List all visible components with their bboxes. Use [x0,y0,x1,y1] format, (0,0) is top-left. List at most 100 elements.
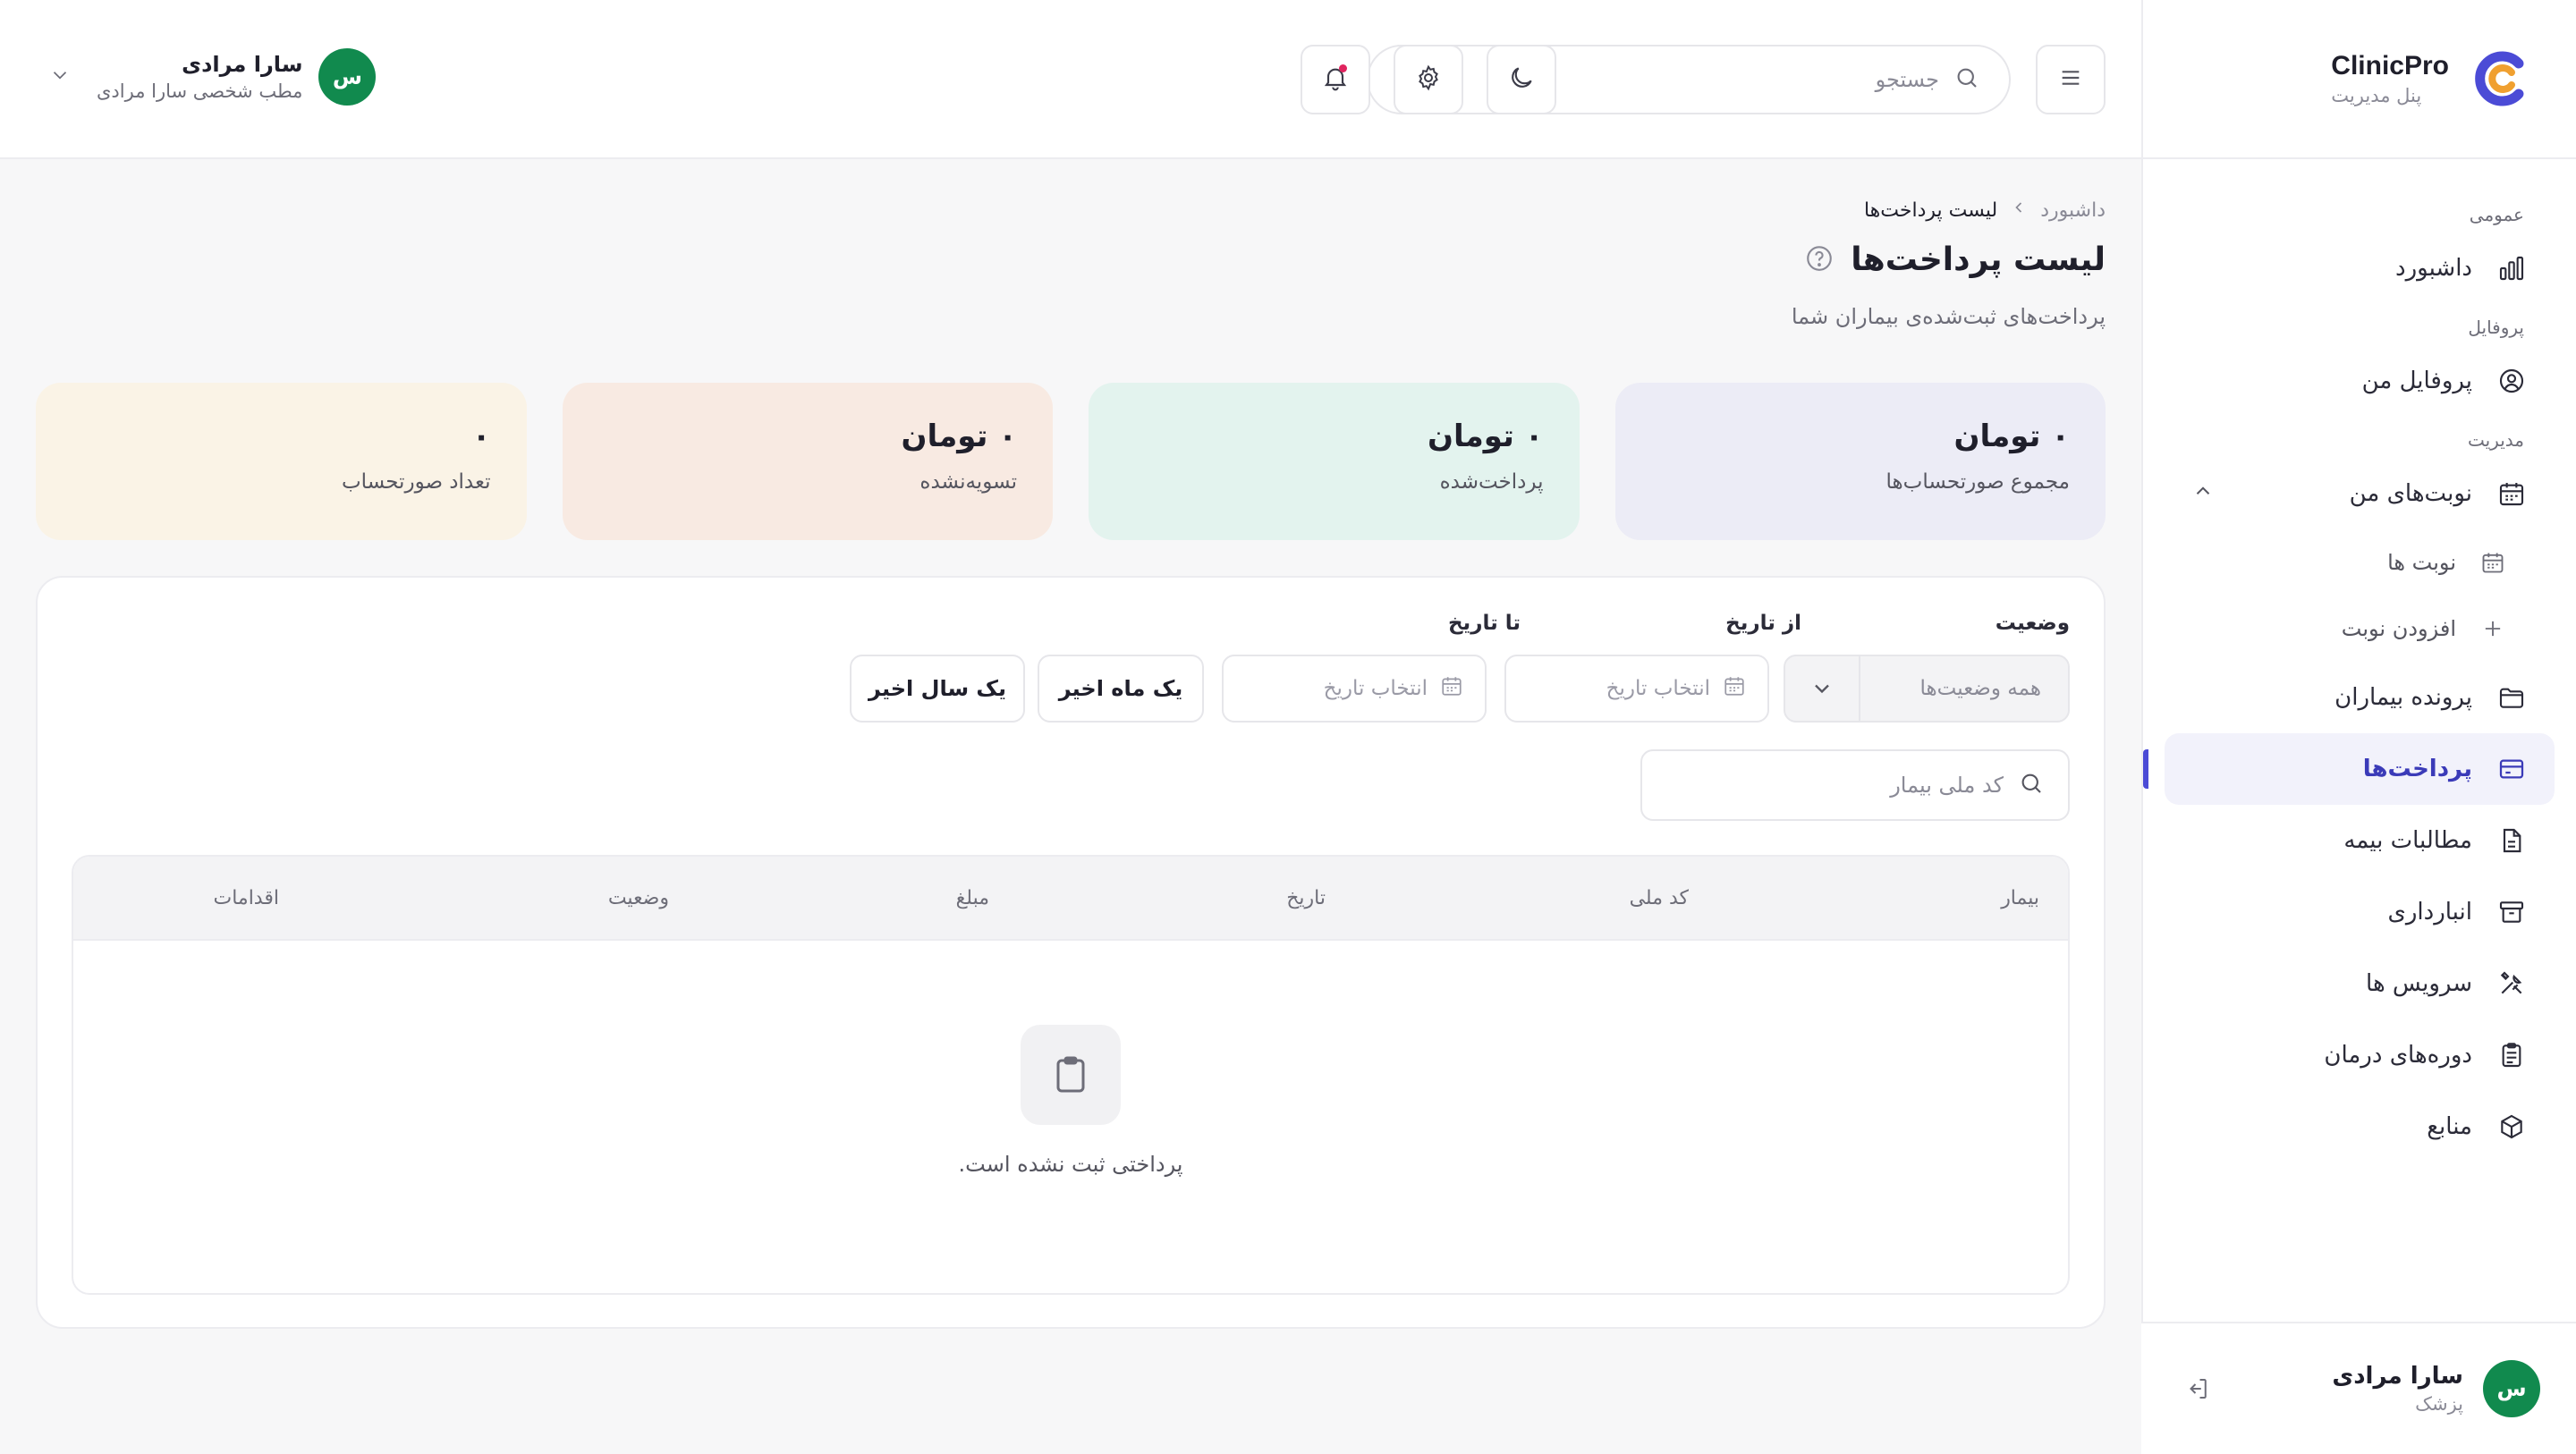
column-header-date: تاریخ [1286,887,1326,909]
calendar-icon [2479,549,2506,576]
from-date-input[interactable]: انتخاب تاریخ [1504,655,1769,723]
notification-dot [1339,64,1347,72]
card-label: تسویه‌نشده [919,470,1017,494]
top-header: س سارا مرادی مطب شخصی سارا مرادی [0,0,2141,159]
clipboard-icon [1021,1025,1121,1125]
to-date-placeholder: انتخاب تاریخ [1323,677,1428,700]
column-header-status: وضعیت [607,887,669,909]
sidebar-item-profile[interactable]: پروفایل من [2165,345,2555,417]
sidebar-item-appointments[interactable]: نوبت ها [2165,529,2555,596]
user-role: پزشک [2415,1393,2463,1415]
status-select-value: همه وضعیت‌ها [1919,677,2041,700]
page-title-row: لیست پرداخت‌ها [1804,241,2106,278]
status-select[interactable]: همه وضعیت‌ها [1784,655,2070,723]
sidebar-item-my-appointments[interactable]: نوبت‌های من [2165,458,2555,529]
card-value: ۰ تومان [1427,418,1544,454]
search-input[interactable] [1402,67,1939,92]
global-search[interactable] [1367,45,2011,114]
calendar-icon [1723,674,1746,703]
sidebar: ClinicPro پنل مدیریت عمومی داشبورد پروفا… [2141,0,2576,1454]
empty-state: پرداختی ثبت نشده است. [73,941,2068,1293]
sidebar-item-label: نوبت‌های من [2349,480,2472,507]
sidebar-item-resources[interactable]: منابع [2165,1091,2555,1162]
last-month-button[interactable]: یک ماه اخیر [1038,655,1204,723]
column-header-amount: مبلغ [955,887,989,909]
clipboard-list-icon [2496,1039,2528,1071]
last-year-button[interactable]: یک سال اخیر [850,655,1025,723]
from-date-placeholder: انتخاب تاریخ [1606,677,1710,700]
folder-icon [2496,681,2528,714]
column-header-actions: اقدامات [213,887,280,909]
national-id-input[interactable] [1664,773,2004,798]
avatar: س [318,48,377,106]
sidebar-item-label: دوره‌های درمان [2324,1042,2472,1069]
sidebar-item-patient-records[interactable]: پرونده بیماران [2165,662,2555,733]
national-id-search[interactable] [1640,749,2070,821]
card-label: پرداخت‌شده [1439,470,1544,494]
cube-icon [2496,1111,2528,1143]
card-label: تعداد صورتحساب [342,470,491,494]
chart-bar-icon [2496,252,2528,284]
main-content: داشبورد لیست پرداخت‌ها لیست پرداخت‌ها پر… [0,159,2141,1454]
breadcrumb-home[interactable]: داشبورد [2040,199,2106,222]
brand[interactable]: ClinicPro پنل مدیریت [2143,0,2576,159]
nav-section-profile: پروفایل [2468,317,2524,338]
chevron-down-icon [48,63,72,90]
logout-icon[interactable] [2184,1375,2211,1406]
card-value: ۰ [471,418,491,454]
help-icon[interactable] [1804,243,1835,277]
sidebar-item-label: مطالبات بیمه [2343,827,2472,854]
settings-button[interactable] [1394,45,1463,114]
calendar-icon [2496,478,2528,510]
user-circle-icon [2496,365,2528,397]
empty-state-text: پرداختی ثبت نشده است. [958,1152,1183,1177]
to-date-input[interactable]: انتخاب تاریخ [1222,655,1487,723]
card-label: مجموع صورتحساب‌ها [1885,470,2070,494]
sidebar-item-label: پروفایل من [2361,368,2472,394]
search-icon [1953,64,1980,95]
credit-card-icon [2496,753,2528,785]
sidebar-item-label: انبارداری [2387,899,2473,926]
sidebar-item-label: نوبت ها [2387,550,2456,575]
card-paid: ۰ تومان پرداخت‌شده [1089,383,1580,540]
sidebar-item-label: منابع [2427,1113,2472,1140]
user-clinic: مطب شخصی سارا مرادی [97,80,303,102]
sidebar-user: س سارا مرادی پزشک [2141,1322,2576,1454]
sidebar-item-treatment-courses[interactable]: دوره‌های درمان [2165,1019,2555,1091]
sidebar-item-dashboard[interactable]: داشبورد [2165,232,2555,304]
sidebar-item-label: پرونده بیماران [2334,684,2472,711]
chevron-down-icon [1785,655,1860,723]
header-user-menu[interactable]: س سارا مرادی مطب شخصی سارا مرادی [48,48,377,106]
card-total-invoices: ۰ تومان مجموع صورتحساب‌ها [1614,383,2106,540]
clinicpro-logo [2472,49,2531,108]
status-filter-label: وضعیت [1995,612,2070,635]
sidebar-item-label: افزودن نوبت [2341,616,2456,641]
sidebar-item-label: پرداخت‌ها [2362,756,2472,782]
card-value: ۰ تومان [901,418,1017,454]
from-date-label: از تاریخ [1725,612,1801,635]
search-icon [2018,770,2045,800]
sidebar-item-payments[interactable]: پرداخت‌ها [2143,733,2555,805]
chevron-left-icon [2010,199,2028,222]
column-header-national-id: کد ملی [1629,887,1689,909]
sidebar-item-label: سرویس ها [2366,970,2472,997]
sidebar-item-inventory[interactable]: انبارداری [2165,876,2555,948]
hamburger-icon [2056,63,2085,96]
archive-icon [2496,896,2528,928]
user-name: سارا مرادی [2332,1363,2463,1390]
sidebar-item-services[interactable]: سرویس ها [2165,948,2555,1019]
avatar[interactable]: س [2483,1360,2540,1417]
sidebar-item-label: داشبورد [2395,255,2472,282]
theme-toggle-button[interactable] [1487,45,1556,114]
calendar-icon [1440,674,1463,703]
user-name: سارا مرادی [182,52,303,77]
brand-name: ClinicPro [2331,51,2449,80]
notifications-button[interactable] [1301,45,1370,114]
chevron-up-icon[interactable] [2191,479,2215,509]
page-title: لیست پرداخت‌ها [1851,241,2106,278]
menu-button[interactable] [2036,45,2106,114]
sidebar-item-insurance-claims[interactable]: مطالبات بیمه [2165,805,2555,876]
sidebar-item-add-appointment[interactable]: افزودن نوبت [2165,596,2555,662]
brand-subtitle: پنل مدیریت [2331,85,2422,106]
gear-icon [1414,63,1443,96]
